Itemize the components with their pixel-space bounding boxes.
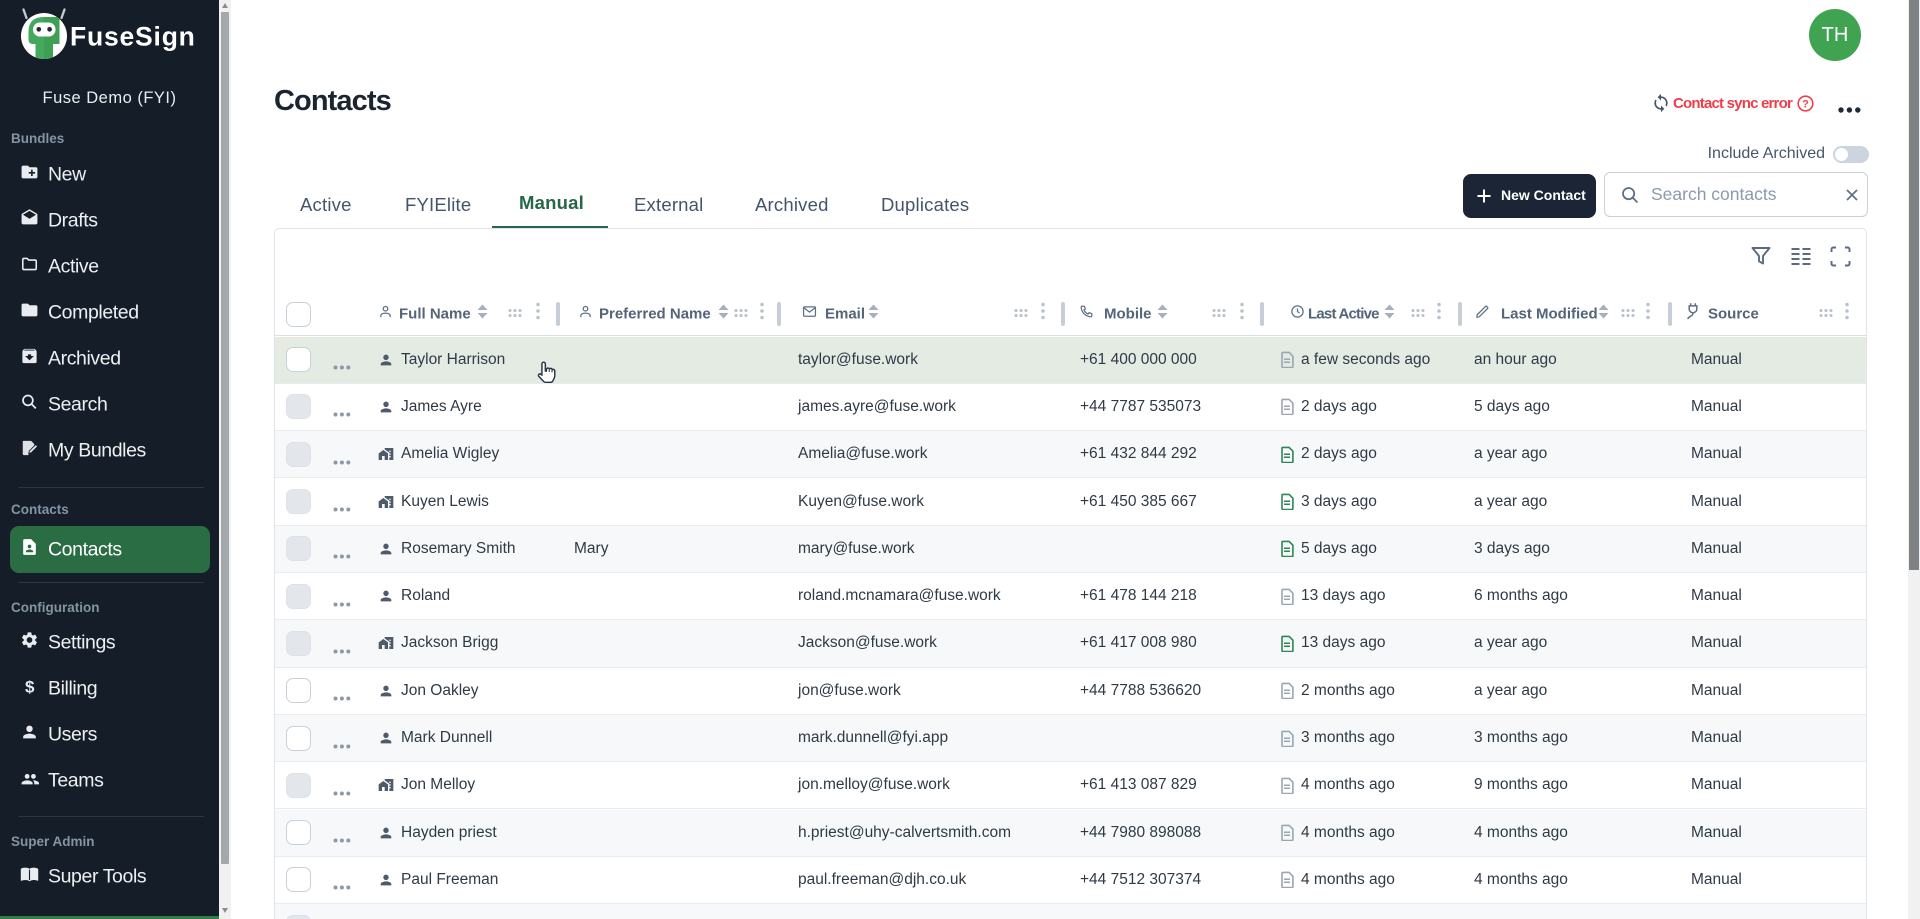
svg-text:?: ? [1802,98,1809,110]
svg-text:FuseSign: FuseSign [70,22,196,52]
svg-text:$: $ [25,678,35,696]
